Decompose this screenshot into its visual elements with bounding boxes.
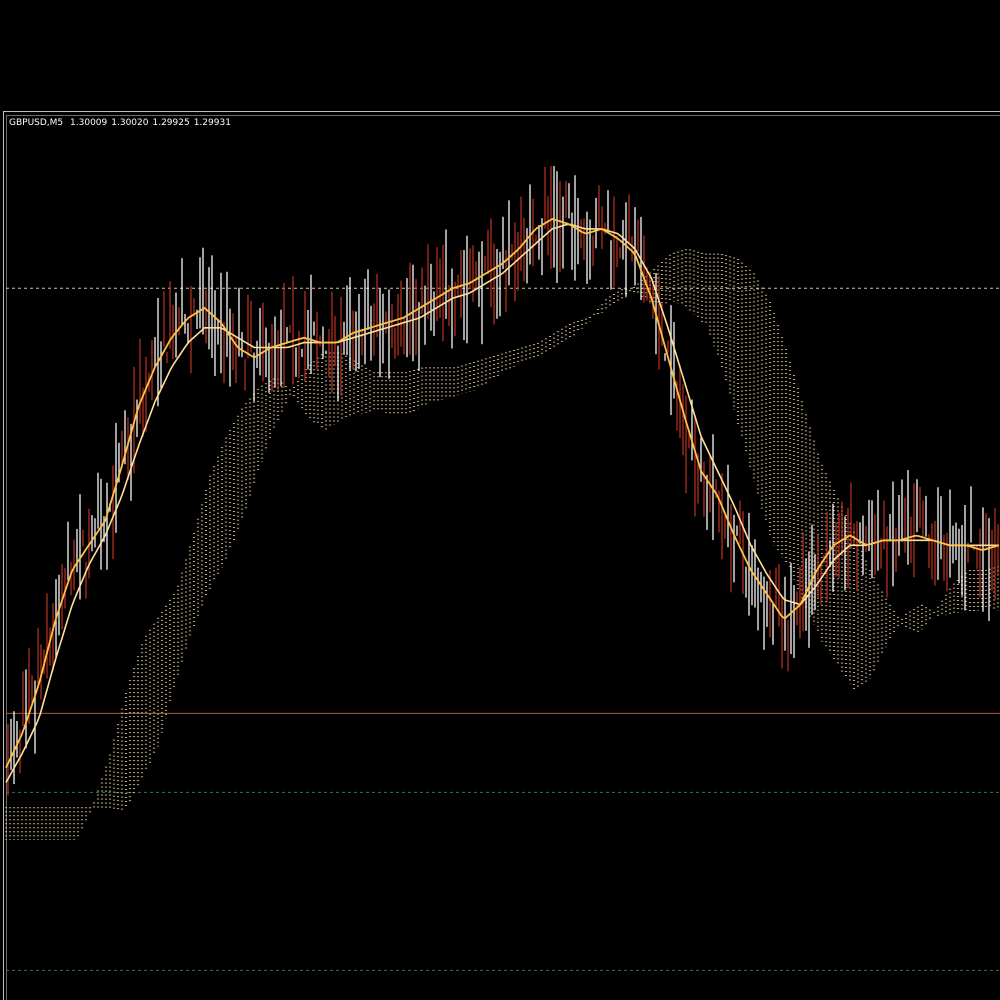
trading-terminal-screen: GBPUSD,M5 1.30009 1.30020 1.29925 1.29931 xyxy=(0,0,1000,1000)
close-price: 1.29931 xyxy=(193,118,231,128)
slow-ma-line xyxy=(5,223,999,783)
low-price: 1.29925 xyxy=(152,118,190,128)
high-price: 1.30020 xyxy=(111,118,149,128)
horizontal-levels xyxy=(6,287,1000,971)
symbol-timeframe: GBPUSD,M5 xyxy=(9,118,64,128)
chart-header: GBPUSD,M5 1.30009 1.30020 1.29925 1.29931 xyxy=(9,116,235,130)
price-bars xyxy=(7,166,999,796)
fast-ma-line xyxy=(5,218,1000,769)
open-price: 1.30009 xyxy=(70,118,108,128)
price-chart-plot[interactable] xyxy=(0,0,1000,1000)
moving-averages xyxy=(5,218,1000,783)
